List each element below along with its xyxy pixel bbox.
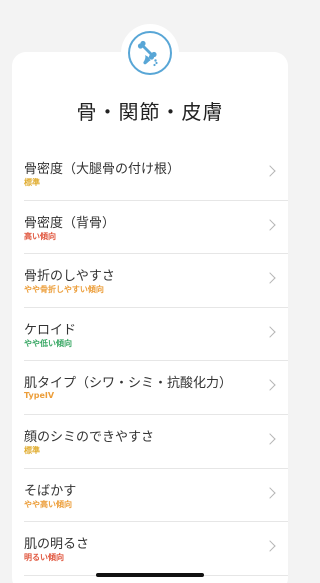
screen: 骨・関節・皮膚 骨密度（大腿骨の付け根） 標準 骨密度（背骨） 高い傾向 骨折のしやすさ… bbox=[0, 0, 300, 583]
list-item[interactable]: ケロイド やや低い傾向 bbox=[24, 308, 288, 362]
item-label: 骨折のしやすさ bbox=[24, 269, 115, 285]
chevron-right-icon bbox=[264, 486, 276, 499]
item-label: 肌タイプ（シワ・シミ・抗酸化力） bbox=[24, 376, 233, 392]
item-value-badge: やや低い傾向 bbox=[24, 338, 72, 348]
chevron-right-icon bbox=[264, 165, 276, 177]
item-label: ケロイド bbox=[24, 322, 77, 338]
home-indicator[interactable] bbox=[96, 573, 204, 577]
item-label: 顔のシミのできやすさ bbox=[24, 429, 155, 445]
item-value-badge: 標準 bbox=[24, 178, 40, 187]
item-value-badge: 明るい傾向 bbox=[24, 553, 64, 563]
chevron-right-icon bbox=[264, 218, 276, 231]
item-label: 骨密度（大腿骨の付け根） bbox=[24, 162, 181, 177]
list-item[interactable]: 骨密度（背骨） 高い傾向 bbox=[24, 201, 288, 255]
item-value-badge: 標準 bbox=[24, 445, 40, 455]
bone-icon bbox=[137, 40, 158, 67]
list-item[interactable]: そばかす やや高い傾向 bbox=[24, 469, 288, 523]
page-title: 骨・関節・皮膚 bbox=[76, 100, 224, 124]
list-item[interactable]: 肌の明るさ 明るい傾向 bbox=[24, 522, 288, 576]
chevron-right-icon bbox=[264, 433, 276, 445]
chevron-right-icon bbox=[264, 540, 276, 552]
item-value-badge: 高い傾向 bbox=[24, 231, 56, 241]
list-item[interactable]: 骨折のしやすさ やや骨折しやすい傾向 bbox=[24, 254, 288, 308]
list-item[interactable]: 骨密度（大腿骨の付け根） 標準 bbox=[24, 147, 288, 201]
item-label: そばかす bbox=[24, 483, 77, 499]
trait-list: 骨密度（大腿骨の付け根） 標準 骨密度（背骨） 高い傾向 骨折のしやすさ やや骨折しやすい… bbox=[12, 147, 288, 576]
item-value-badge: TypeIV bbox=[24, 391, 55, 401]
category-icon-ring bbox=[128, 31, 172, 75]
item-value-badge: やや骨折しやすい傾向 bbox=[24, 285, 104, 295]
chevron-right-icon bbox=[264, 379, 276, 392]
list-item[interactable]: 肌タイプ（シワ・シミ・抗酸化力） TypeIV bbox=[24, 361, 288, 415]
category-icon-badge bbox=[121, 24, 179, 82]
chevron-right-icon bbox=[264, 326, 276, 338]
item-label: 骨密度（背骨） bbox=[24, 215, 116, 231]
list-item[interactable]: 顔のシミのできやすさ 標準 bbox=[24, 415, 288, 469]
item-value-badge: やや高い傾向 bbox=[24, 499, 72, 509]
chevron-right-icon bbox=[264, 272, 276, 284]
item-label: 肌の明るさ bbox=[24, 537, 90, 553]
